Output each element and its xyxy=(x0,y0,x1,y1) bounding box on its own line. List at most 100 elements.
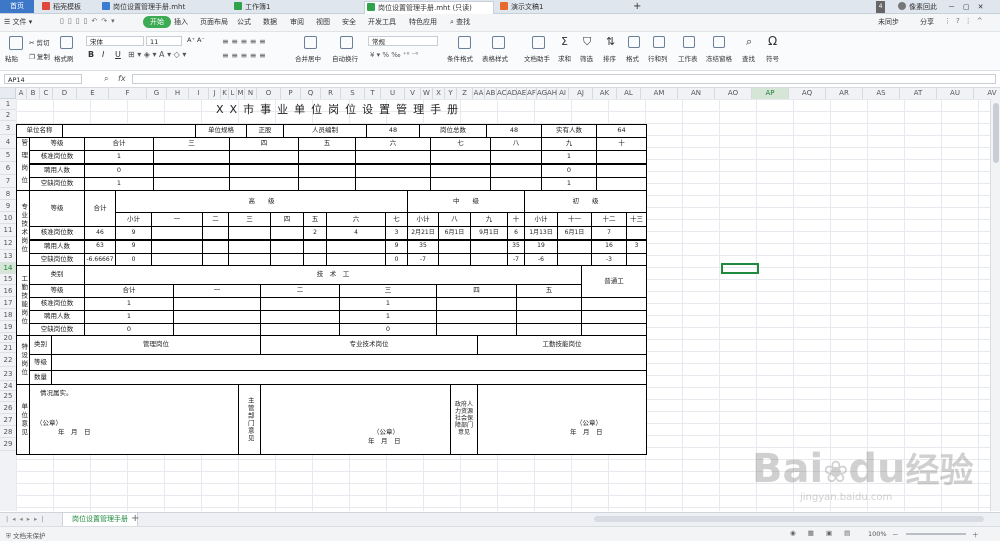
prof-row-cell[interactable] xyxy=(470,239,508,254)
mgmt-row-cell[interactable] xyxy=(490,150,542,164)
conditional-format-icon[interactable] xyxy=(458,36,471,49)
menu-formula[interactable]: 公式 xyxy=(237,17,251,27)
special-count-cell[interactable] xyxy=(51,370,647,385)
column-header-k[interactable]: K xyxy=(221,88,229,99)
menu-review[interactable]: 审阅 xyxy=(290,17,304,27)
prof-row-cell[interactable] xyxy=(303,239,327,254)
cell-staff-quota[interactable]: 48 xyxy=(366,124,420,138)
zoom-in-button[interactable]: ＋ xyxy=(972,529,979,539)
row-header-22[interactable]: 22 xyxy=(0,353,16,367)
font-grow-icon[interactable]: A⁺ A⁻ xyxy=(187,36,205,44)
font-select[interactable]: 宋体 xyxy=(86,36,144,46)
worker-row-cell[interactable] xyxy=(173,310,261,324)
column-header-n[interactable]: N xyxy=(245,88,257,99)
prof-row-cell[interactable]: 1月13日 xyxy=(524,226,558,240)
row-header-12[interactable]: 12 xyxy=(0,237,16,250)
find-icon[interactable]: ⌕ xyxy=(746,35,752,49)
prof-row-cell[interactable]: 3 xyxy=(385,226,408,240)
column-header-ag[interactable]: AG xyxy=(537,88,547,99)
view-mode-icons[interactable]: ◉ ▦ ▣ ▤ xyxy=(790,529,855,537)
italic-button[interactable]: I xyxy=(102,50,104,59)
menu-security[interactable]: 安全 xyxy=(342,17,356,27)
wrap-text-icon[interactable] xyxy=(340,36,353,49)
row-header-21[interactable]: 21 xyxy=(0,343,16,353)
prof-row-cell[interactable]: 9 xyxy=(115,226,152,240)
formula-input[interactable] xyxy=(132,74,996,84)
row-header-3[interactable]: 3 xyxy=(0,121,16,135)
cut-button[interactable]: ✂ 剪切 xyxy=(29,37,50,47)
freeze-panes-icon[interactable] xyxy=(713,36,725,48)
row-header-4[interactable]: 4 xyxy=(0,135,16,149)
mgmt-row-cell[interactable]: 1 xyxy=(541,177,597,191)
row-header-27[interactable]: 27 xyxy=(0,414,16,426)
column-header-ad[interactable]: AD xyxy=(507,88,517,99)
mgmt-row-total[interactable]: 1 xyxy=(84,177,154,191)
row-header-9[interactable]: 9 xyxy=(0,200,16,212)
mgmt-row-cell[interactable]: 0 xyxy=(541,163,597,178)
cell-actual-staff[interactable]: 64 xyxy=(596,124,647,138)
filter-icon[interactable]: ⛉ xyxy=(583,35,591,49)
paste-icon[interactable] xyxy=(9,36,23,50)
prof-row-cell[interactable] xyxy=(202,239,229,254)
column-header-ab[interactable]: AB xyxy=(485,88,497,99)
mgmt-row-cell[interactable] xyxy=(430,150,491,164)
prof-row-cell[interactable]: 6月1日 xyxy=(557,226,592,240)
horizontal-scrollbar[interactable] xyxy=(594,516,984,522)
worker-row-total[interactable]: 1 xyxy=(84,297,174,311)
mgmt-row-cell[interactable] xyxy=(596,163,647,178)
mgmt-row-cell[interactable] xyxy=(153,177,230,191)
worker-row-cell[interactable] xyxy=(173,297,261,311)
column-header-j[interactable]: J xyxy=(209,88,221,99)
protect-status[interactable]: ⛨ 文档未保护 xyxy=(6,530,45,541)
column-header-ap[interactable]: AP xyxy=(752,88,789,99)
zoom-slider[interactable] xyxy=(906,533,966,535)
add-sheet-button[interactable]: + xyxy=(131,513,139,524)
row-header-25[interactable]: 25 xyxy=(0,391,16,402)
column-header-aj[interactable]: AJ xyxy=(569,88,593,99)
table-style-icon[interactable] xyxy=(492,36,505,49)
column-header-at[interactable]: AT xyxy=(900,88,937,99)
column-header-l[interactable]: L xyxy=(229,88,237,99)
cell-unit-spec[interactable]: 正股 xyxy=(246,124,284,138)
prof-row-cell[interactable]: 9月1日 xyxy=(470,226,508,240)
column-header-r[interactable]: R xyxy=(321,88,341,99)
mgmt-row-cell[interactable] xyxy=(298,163,356,178)
row-header-7[interactable]: 7 xyxy=(0,175,16,188)
tab-presentation[interactable]: 演示文稿1 xyxy=(498,1,626,13)
row-header-23[interactable]: 23 xyxy=(0,367,16,381)
sheet-nav-arrows[interactable]: |◂◂▸▸| xyxy=(6,515,47,523)
worker-row-total[interactable]: 1 xyxy=(84,310,174,324)
prof-row-cell[interactable] xyxy=(228,239,271,254)
prof-row-cell[interactable]: 9 xyxy=(385,239,408,254)
row-header-5[interactable]: 5 xyxy=(0,149,16,162)
number-format-select[interactable]: 常规 xyxy=(368,36,438,46)
prof-row-cell[interactable] xyxy=(557,239,592,254)
mgmt-row-cell[interactable] xyxy=(430,163,491,178)
vertical-scrollbar[interactable] xyxy=(990,99,1000,511)
hr-opinion-cell[interactable] xyxy=(477,384,647,455)
border-icon[interactable]: ⊞ ▾ ◈ ▾ A ▾ ◇ ▾ xyxy=(128,50,186,59)
tab-template[interactable]: 稻壳模板 xyxy=(40,1,96,13)
row-header-13[interactable]: 13 xyxy=(0,250,16,263)
prof-row-cell[interactable]: 19 xyxy=(524,239,558,254)
prof-row-cell[interactable] xyxy=(326,239,386,254)
mgmt-row-cell[interactable] xyxy=(355,177,431,191)
prof-row-cell[interactable] xyxy=(202,226,229,240)
prof-row-total[interactable]: 46 xyxy=(84,226,116,240)
prof-row-cell[interactable]: 9 xyxy=(115,239,152,254)
column-header-q[interactable]: Q xyxy=(301,88,321,99)
column-header-ac[interactable]: AC xyxy=(497,88,507,99)
column-header-v[interactable]: V xyxy=(405,88,421,99)
home-tab[interactable]: 首页 xyxy=(0,0,34,13)
column-header-ar[interactable]: AR xyxy=(826,88,863,99)
sheet-tab-active[interactable]: 岗位设置管理手册 xyxy=(62,513,138,526)
zoom-out-button[interactable]: － xyxy=(892,529,899,539)
prof-row-cell[interactable]: 2月21日 xyxy=(407,226,439,240)
mgmt-row-cell[interactable] xyxy=(596,150,647,164)
column-header-a[interactable]: A xyxy=(16,88,27,99)
row-header-20[interactable]: 20 xyxy=(0,333,16,343)
menu-developer[interactable]: 开发工具 xyxy=(368,17,396,27)
column-header-av[interactable]: AV xyxy=(974,88,1000,99)
prof-row-cell[interactable] xyxy=(270,226,304,240)
column-header-o[interactable]: O xyxy=(257,88,281,99)
